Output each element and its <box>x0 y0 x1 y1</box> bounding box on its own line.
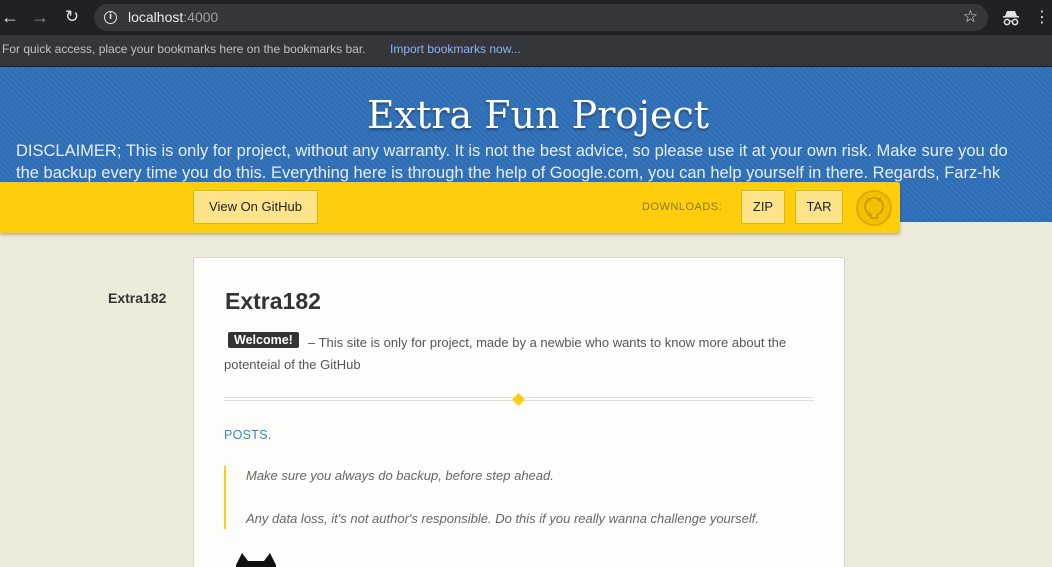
downloads-label: DOWNLOADS: <box>642 201 723 213</box>
info-icon[interactable]: i <box>104 11 117 24</box>
bookmarks-bar-text: For quick access, place your bookmarks h… <box>2 42 366 56</box>
address-bar[interactable]: i localhost:4000 ☆ <box>94 4 988 31</box>
url-host: localhost <box>128 9 184 25</box>
reload-icon[interactable]: ↻ <box>62 7 82 27</box>
quote-line-1: Make sure you always do backup, before s… <box>246 468 554 483</box>
star-icon[interactable]: ☆ <box>963 7 978 27</box>
back-arrow-icon[interactable]: ← <box>0 7 20 27</box>
zip-download-button[interactable]: ZIP <box>741 190 785 224</box>
forward-arrow-icon[interactable]: → <box>30 7 50 27</box>
disclaimer-line-1: DISCLAIMER; This is only for project, wi… <box>16 142 1008 160</box>
sidebar-site-name: Extra182 <box>108 290 167 306</box>
menu-icon[interactable]: ⋮ <box>1034 8 1050 28</box>
quote-line-2: Any data loss, it's not author's respons… <box>246 511 759 526</box>
url-port: :4000 <box>183 9 219 25</box>
octocat-glyph-icon <box>864 197 884 219</box>
browser-toolbar: ← → ↻ i localhost:4000 ☆ ⋮ <box>0 0 1052 35</box>
welcome-badge: Welcome! <box>228 332 299 348</box>
view-on-github-button[interactable]: View On GitHub <box>193 190 318 224</box>
disclaimer-text: DISCLAIMER; This is only for project, wi… <box>16 140 1052 184</box>
black-cat-icon <box>236 553 276 567</box>
divider-diamond-icon <box>512 393 525 406</box>
blockquote: Make sure you always do backup, before s… <box>224 466 814 529</box>
bookmarks-bar: For quick access, place your bookmarks h… <box>0 35 1052 67</box>
download-ribbon: View On GitHub DOWNLOADS: ZIP TAR <box>0 182 900 233</box>
posts-link[interactable]: POSTS. <box>224 428 272 442</box>
site-title: Extra Fun Project <box>366 93 710 137</box>
import-bookmarks-link[interactable]: Import bookmarks now... <box>390 42 521 56</box>
disclaimer-line-2: the backup every time you do this. Every… <box>16 164 1001 182</box>
intro-text: – This site is only for project, made by… <box>224 335 787 372</box>
post-card: Extra182 – This site is only for project… <box>193 257 845 567</box>
tar-download-button[interactable]: TAR <box>795 190 843 224</box>
url-text: localhost:4000 <box>128 9 218 25</box>
github-octocat-icon[interactable] <box>856 190 892 226</box>
incognito-icon[interactable] <box>1001 8 1021 28</box>
post-title: Extra182 <box>225 288 321 314</box>
